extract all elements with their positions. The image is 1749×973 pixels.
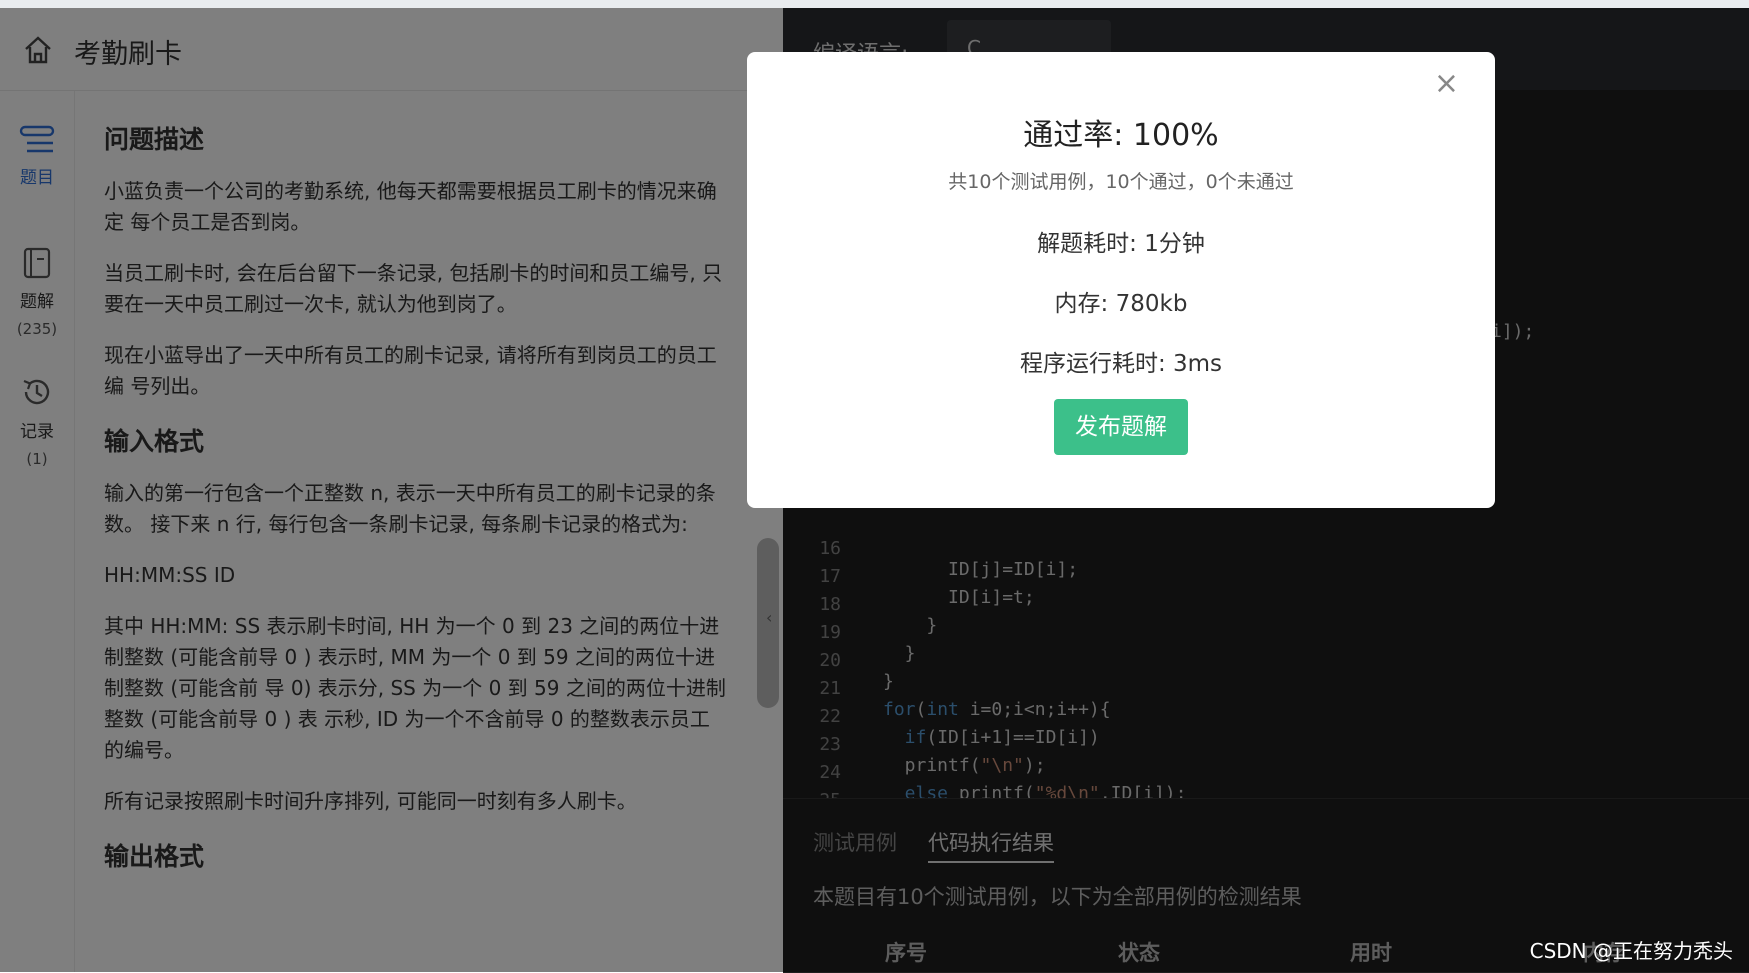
run-time: 程序运行耗时: 3ms xyxy=(1019,351,1223,377)
result-modal: × 通过率: 100% 共10个测试用例，10个通过，0个未通过 解题耗时: 1… xyxy=(747,52,1495,508)
close-icon[interactable]: × xyxy=(1434,66,1459,101)
publish-solution-button[interactable]: 发布题解 xyxy=(1054,399,1188,455)
memory-usage: 内存: 780kb xyxy=(1054,291,1188,317)
test-summary: 共10个测试用例，10个通过，0个未通过 xyxy=(948,171,1294,193)
watermark: CSDN @正在努力秃头 xyxy=(1529,939,1733,963)
pass-rate: 通过率: 100% xyxy=(1023,118,1219,153)
solve-time: 解题耗时: 1分钟 xyxy=(1037,231,1205,257)
